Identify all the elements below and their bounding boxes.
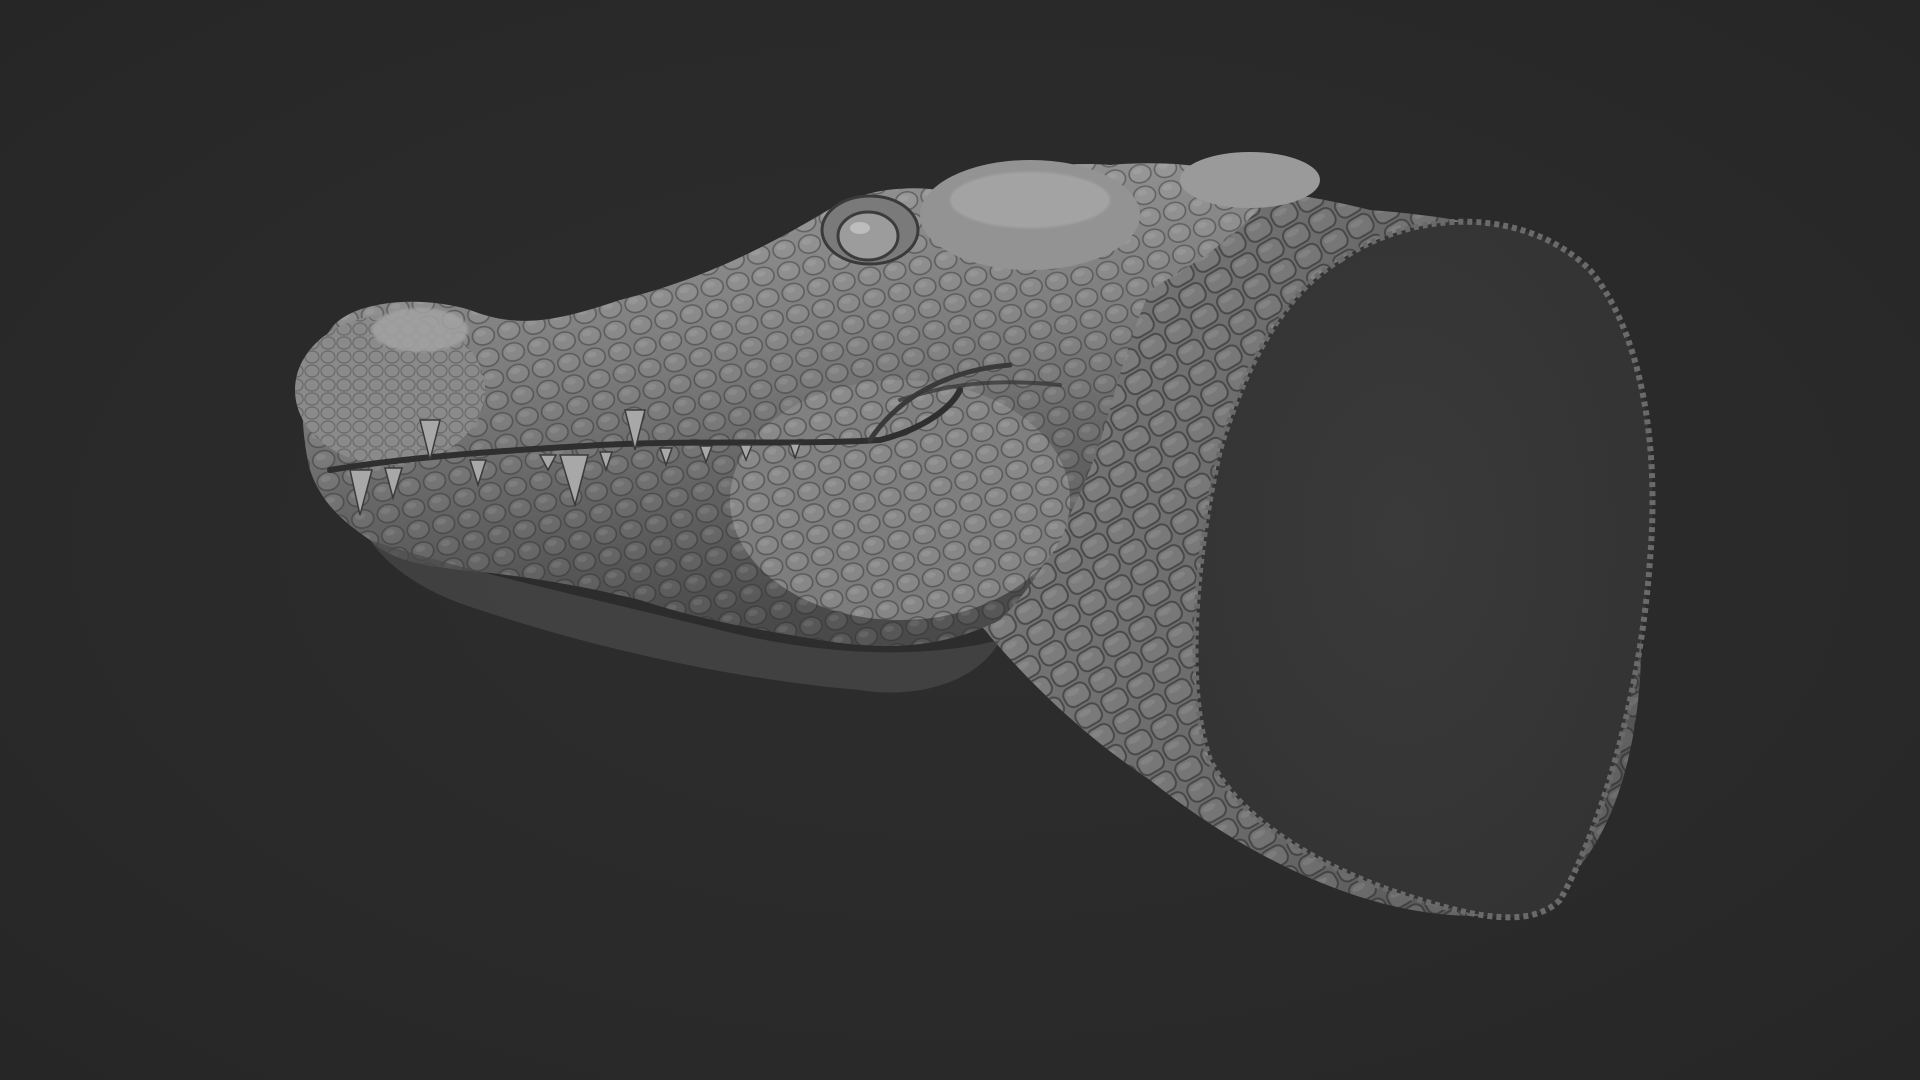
crocodile-head-sculpt-icon bbox=[295, 152, 1656, 921]
3d-viewport[interactable] bbox=[0, 0, 1920, 1080]
eye-icon bbox=[820, 194, 920, 266]
